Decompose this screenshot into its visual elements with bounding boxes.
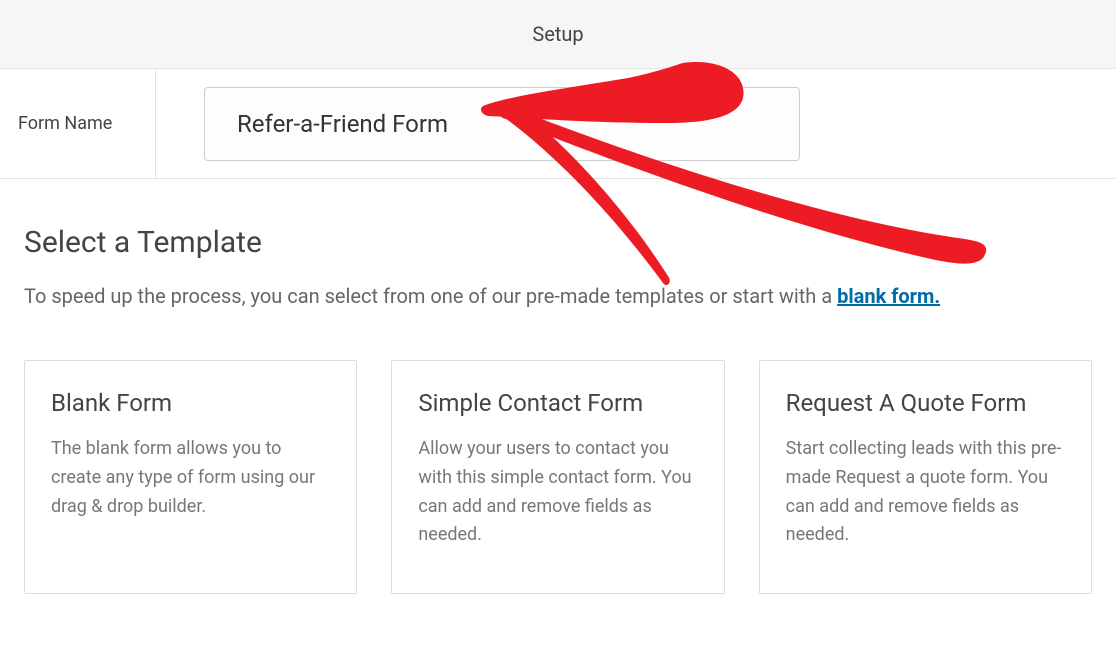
templates-grid: Blank Form The blank form allows you to … (24, 360, 1092, 594)
select-template-title: Select a Template (24, 225, 1092, 260)
form-name-row: Form Name (0, 69, 1116, 179)
template-simple-contact-form[interactable]: Simple Contact Form Allow your users to … (391, 360, 724, 594)
form-name-input[interactable] (204, 87, 800, 161)
template-blank-form[interactable]: Blank Form The blank form allows you to … (24, 360, 357, 594)
setup-header: Setup (0, 0, 1116, 69)
template-title: Request A Quote Form (786, 389, 1065, 417)
blank-form-link[interactable]: blank form. (837, 284, 940, 308)
form-name-input-wrap (156, 69, 1116, 178)
template-desc: Start collecting leads with this pre-mad… (786, 435, 1065, 550)
template-title: Simple Contact Form (418, 389, 697, 417)
page-title: Setup (532, 22, 583, 46)
template-desc: The blank form allows you to create any … (51, 435, 330, 521)
template-request-quote-form[interactable]: Request A Quote Form Start collecting le… (759, 360, 1092, 594)
content-area: Select a Template To speed up the proces… (0, 179, 1116, 594)
desc-text: To speed up the process, you can select … (24, 284, 837, 308)
template-desc: Allow your users to contact you with thi… (418, 435, 697, 550)
template-title: Blank Form (51, 389, 330, 417)
form-name-label: Form Name (0, 69, 156, 178)
select-template-description: To speed up the process, you can select … (24, 282, 1092, 310)
